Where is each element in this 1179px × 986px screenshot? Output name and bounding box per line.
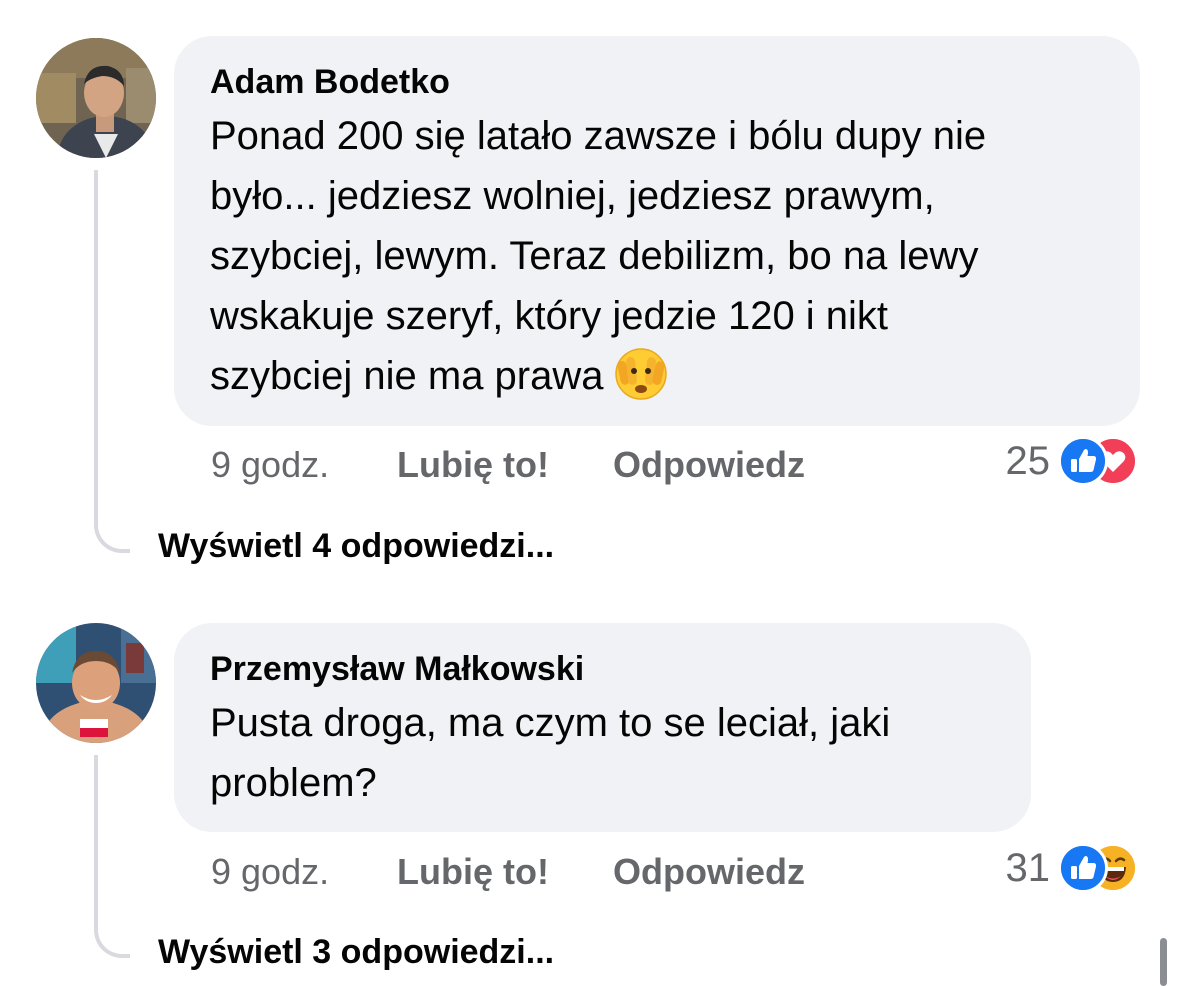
comment-text-line: Ponad 200 się latało zawsze i bólu dupy … xyxy=(210,114,987,158)
comment-text: Pusta droga, ma czym to se leciał, jaki … xyxy=(210,693,995,813)
comment-text: Ponad 200 się latało zawsze i bólu dupy … xyxy=(210,106,1104,418)
reactions-summary[interactable]: 31 xyxy=(980,843,1158,893)
reaction-count: 25 xyxy=(1005,439,1051,483)
comment-text-line: wskakuje szeryf, który jedzie 120 i nikt xyxy=(210,294,889,338)
comment-text-line: szybciej nie ma prawa xyxy=(210,354,604,398)
author-name[interactable]: Przemysław Małkowski xyxy=(210,649,995,689)
avatar-photo-icon xyxy=(36,623,156,743)
reply-button[interactable]: Odpowiedz xyxy=(613,443,805,487)
reaction-count: 31 xyxy=(1005,846,1051,890)
view-replies-link[interactable]: Wyświetl 3 odpowiedzi... xyxy=(158,933,554,972)
comment-text-line: szybciej, lewym. Teraz debilizm, bo na l… xyxy=(210,234,979,278)
avatar[interactable] xyxy=(36,38,156,158)
avatar[interactable] xyxy=(36,623,156,743)
comment-text-line: problem? xyxy=(210,761,377,805)
comment-timestamp[interactable]: 9 godz. xyxy=(211,443,329,487)
view-replies-link[interactable]: Wyświetl 4 odpowiedzi... xyxy=(158,527,554,566)
thread-connector-line xyxy=(94,755,130,958)
comment-text-line: Pusta droga, ma czym to se leciał, jaki xyxy=(210,701,891,745)
comments-page: Adam Bodetko Ponad 200 się latało zawsze… xyxy=(0,0,1179,986)
comment-bubble: Adam Bodetko Ponad 200 się latało zawsze… xyxy=(174,36,1140,426)
scrollbar[interactable] xyxy=(1160,938,1167,986)
comment-text-line: było... jedziesz wolniej, jedziesz prawy… xyxy=(210,174,935,218)
reply-button[interactable]: Odpowiedz xyxy=(613,850,805,894)
like-icon xyxy=(1058,436,1108,486)
like-button[interactable]: Lubię to! xyxy=(397,850,549,894)
comment-meta: 9 godz. Lubię to! Odpowiedz xyxy=(211,850,911,894)
avatar-photo-icon xyxy=(36,38,156,158)
like-icon xyxy=(1058,843,1108,893)
face-with-hands-over-eyes-emoji-icon xyxy=(614,347,668,418)
comment-bubble: Przemysław Małkowski Pusta droga, ma czy… xyxy=(174,623,1031,832)
author-name[interactable]: Adam Bodetko xyxy=(210,62,1104,102)
like-button[interactable]: Lubię to! xyxy=(397,443,549,487)
comment-timestamp[interactable]: 9 godz. xyxy=(211,850,329,894)
comment-meta: 9 godz. Lubię to! Odpowiedz xyxy=(211,443,911,487)
thread-connector-line xyxy=(94,170,130,553)
reactions-summary[interactable]: 25 xyxy=(980,436,1158,486)
